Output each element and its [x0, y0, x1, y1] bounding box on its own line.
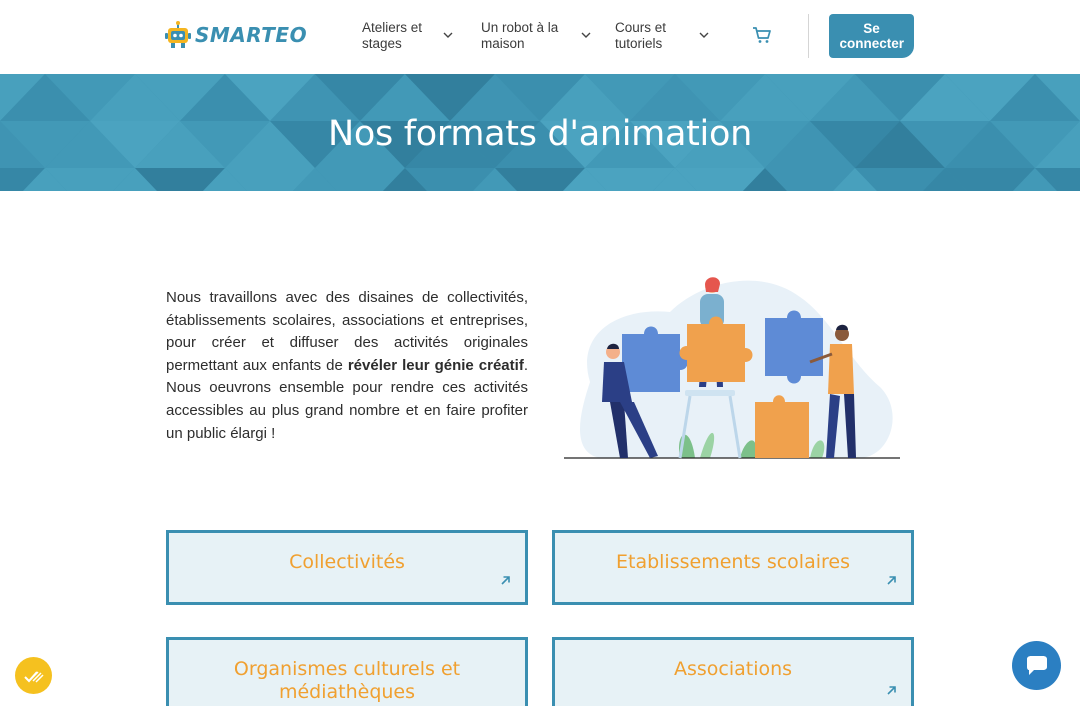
- nav-label: Un robot à la maison: [481, 20, 559, 51]
- arrow-up-right-icon: [501, 576, 510, 585]
- cookie-consent-icon: [23, 670, 44, 683]
- card-organismes-culturels[interactable]: Organismes culturels et médiathèques: [166, 637, 528, 706]
- chevron-down-icon: [699, 32, 709, 38]
- logo-text: SMARTEO: [195, 23, 308, 47]
- cookie-consent-button[interactable]: [15, 657, 52, 694]
- chat-bubble-icon: [1026, 655, 1047, 675]
- nav-un-robot-a-la-maison[interactable]: Un robot à la maison: [481, 20, 592, 54]
- page-banner: Nos formats d'animation: [0, 74, 1080, 191]
- login-button[interactable]: Se connecter: [829, 14, 914, 58]
- nav-cours-et-tutoriels[interactable]: Cours et tutoriels: [615, 20, 710, 54]
- card-title: Etablissements scolaires: [616, 551, 850, 573]
- card-collectivites[interactable]: Collectivités: [166, 530, 528, 605]
- card-title: Collectivités: [289, 551, 405, 573]
- site-header: SMARTEO Ateliers et stages Un robot à la…: [0, 0, 1080, 74]
- card-associations[interactable]: Associations: [552, 637, 914, 706]
- intro-highlight: révéler leur génie créatif: [347, 356, 524, 374]
- page-title: Nos formats d'animation: [328, 114, 752, 154]
- chevron-down-icon: [581, 32, 591, 38]
- intro-paragraph: Nous travaillons avec des disaines de co…: [166, 287, 528, 445]
- card-etablissements-scolaires[interactable]: Etablissements scolaires: [552, 530, 914, 605]
- card-title: Organismes culturels et médiathèques: [233, 658, 461, 703]
- robot-logo-icon: [165, 21, 191, 48]
- arrow-up-right-icon: [887, 686, 896, 695]
- logo[interactable]: SMARTEO: [165, 20, 307, 50]
- card-title: Associations: [673, 658, 793, 680]
- header-divider: [808, 14, 809, 58]
- puzzle-team-illustration: [564, 277, 900, 459]
- chevron-down-icon: [443, 32, 453, 38]
- chat-button[interactable]: [1012, 641, 1061, 690]
- cart-icon[interactable]: [752, 26, 772, 44]
- nav-label: Cours et tutoriels: [615, 20, 667, 51]
- arrow-up-right-icon: [887, 576, 896, 585]
- login-label: Se connecter: [839, 20, 905, 52]
- nav-ateliers-et-stages[interactable]: Ateliers et stages: [362, 20, 454, 54]
- nav-label: Ateliers et stages: [362, 20, 423, 51]
